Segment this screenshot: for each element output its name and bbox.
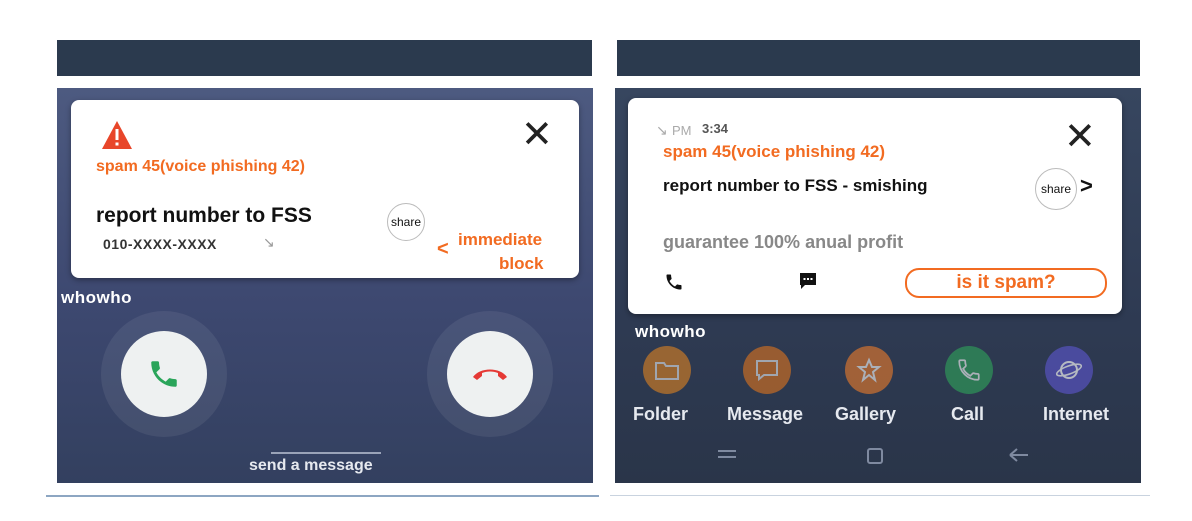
accept-call-button[interactable] [121,331,207,417]
app-label-internet[interactable]: Internet [1043,404,1109,425]
gallery-icon[interactable] [845,346,893,394]
app-label-message[interactable]: Message [727,404,803,425]
whowho-logo: whowho [61,288,132,307]
caller-id-card: ✕ spam 45(voice phishing 42) report numb… [71,100,579,278]
report-smishing-text[interactable]: report number to FSS - smishing [663,176,927,196]
internet-icon[interactable] [1045,346,1093,394]
call-direction-icon: ↘ [263,234,275,250]
send-message-handle [271,452,381,454]
home-icon[interactable] [865,445,885,471]
send-message-button[interactable]: send a message [249,457,373,475]
warning-icon [101,120,133,155]
share-button[interactable]: share [387,203,425,241]
notification-screen: ↘ PM 3:34 ✕ spam 45(voice phishing 42) r… [615,88,1141,483]
message-icon[interactable] [743,346,791,394]
right-bottom-divider [610,495,1150,496]
close-icon[interactable]: ✕ [1064,118,1096,156]
accept-call-icon [151,361,177,387]
chat-icon[interactable] [798,271,818,296]
left-header-bar [57,40,592,76]
back-icon[interactable] [1007,444,1031,470]
close-icon[interactable]: ✕ [521,116,553,154]
phone-icon[interactable] [664,272,684,297]
app-label-gallery[interactable]: Gallery [835,404,896,425]
whowho-logo: whowho [635,322,706,341]
spam-count-text: spam 45(voice phishing 42) [663,142,886,161]
chevron-right-icon[interactable]: > [1080,173,1093,199]
recent-apps-icon[interactable] [715,443,739,469]
is-it-spam-button[interactable]: is it spam? [905,268,1107,298]
message-preview: guarantee 100% anual profit [663,232,904,252]
message-alert-card: ↘ PM 3:34 ✕ spam 45(voice phishing 42) r… [628,98,1122,314]
right-header-bar [617,40,1140,76]
spam-count-text: spam 45(voice phishing 42) [96,158,305,175]
app-label-call[interactable]: Call [951,404,984,425]
decline-call-icon [473,369,507,380]
immediate-block-chevron[interactable]: < [437,238,449,261]
left-bottom-divider [46,495,599,497]
phone-icon[interactable] [945,346,993,394]
time-ampm: PM [672,123,692,138]
decline-call-button[interactable] [447,331,533,417]
report-to-fss-text[interactable]: report number to FSS [96,204,312,228]
time-text: 3:34 [702,121,729,136]
share-button[interactable]: share [1035,168,1077,210]
folder-icon[interactable] [643,346,691,394]
message-direction-icon: ↘ [656,122,668,138]
is-it-spam-label: is it spam? [956,272,1056,293]
phone-number: 010-XXXX-XXXX [103,236,217,252]
immediate-block-label-1[interactable]: immediate [458,230,542,250]
app-label-folder[interactable]: Folder [633,404,688,425]
immediate-block-label-2[interactable]: block [499,254,543,274]
incoming-call-screen: ✕ spam 45(voice phishing 42) report numb… [57,88,593,483]
